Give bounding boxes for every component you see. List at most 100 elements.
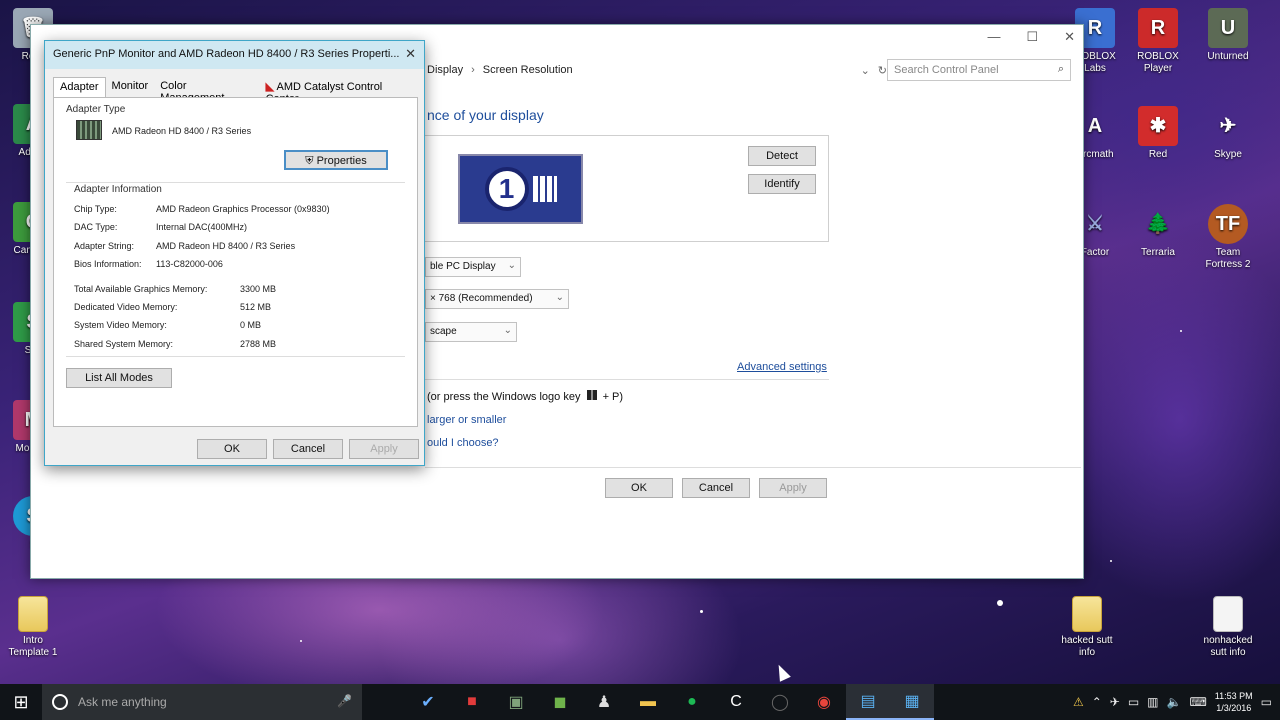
- taskbar-app-edge[interactable]: ✔: [406, 684, 450, 720]
- notification-warning-icon[interactable]: ⚠: [1073, 695, 1084, 709]
- action-center-icon[interactable]: ▭: [1261, 695, 1272, 709]
- info-label: Adapter String:: [74, 241, 135, 251]
- cancel-button[interactable]: Cancel: [682, 478, 750, 498]
- bluetooth-icon[interactable]: ✈: [1110, 695, 1120, 709]
- resolution-select-value: × 768 (Recommended): [430, 293, 533, 304]
- taskbar-app-spotify[interactable]: ●: [670, 684, 714, 720]
- desktop-icon-unturned[interactable]: U Unturned: [1195, 8, 1261, 63]
- search-input[interactable]: Search Control Panel ⌕: [887, 59, 1071, 81]
- desktop-icon-intro-template[interactable]: Intro Template 1: [0, 596, 66, 659]
- resolution-select[interactable]: × 768 (Recommended) ⌄: [425, 289, 569, 309]
- desktop-icon-label: Factor: [1080, 247, 1110, 258]
- list-all-modes-button[interactable]: List All Modes: [66, 368, 172, 388]
- info-label: Bios Information:: [74, 259, 142, 269]
- choose-settings-link[interactable]: ould I choose?: [427, 437, 499, 449]
- memory-label: Total Available Graphics Memory:: [74, 284, 208, 294]
- divider: [66, 182, 405, 183]
- detect-button[interactable]: Detect: [748, 146, 816, 166]
- taskbar-app-chrome[interactable]: ◉: [802, 684, 846, 720]
- windows-logo-icon: [586, 390, 597, 400]
- adapter-type-heading: Adapter Type: [66, 104, 126, 115]
- memory-value: 2788 MB: [240, 339, 277, 349]
- adapter-properties-dialog: Generic PnP Monitor and AMD Radeon HD 84…: [44, 40, 425, 466]
- divider: [66, 356, 405, 357]
- desktop-icon-label: Unturned: [1207, 51, 1249, 62]
- chevron-down-icon[interactable]: ⌄: [861, 64, 870, 77]
- close-icon[interactable]: ✕: [405, 46, 416, 62]
- keyboard-icon[interactable]: ⌨: [1189, 695, 1206, 709]
- system-tray: ⚠ ⌃ ✈ ▭ ▥ 🔈 ⌨ 11:53 PM 1/3/2016 ▭: [1073, 684, 1280, 720]
- dialog-title-bar[interactable]: Generic PnP Monitor and AMD Radeon HD 84…: [45, 41, 424, 69]
- battery-icon[interactable]: ▭: [1128, 695, 1139, 709]
- taskbar-app-file-explorer[interactable]: ▬: [626, 684, 670, 720]
- close-icon[interactable]: ✕: [1064, 29, 1075, 45]
- info-value: 113-C82000-006: [156, 259, 223, 269]
- desktop-icon-nonhacked-sutt-info[interactable]: nonhacked sutt info: [1195, 596, 1261, 659]
- identify-button[interactable]: Identify: [748, 174, 816, 194]
- desktop-icon-label: nonhacked sutt info: [1203, 635, 1253, 658]
- cortana-search-box[interactable]: Ask me anything 🎤: [42, 684, 362, 720]
- advanced-settings-link[interactable]: Advanced settings: [737, 361, 827, 373]
- amd-icon: ◣: [265, 81, 275, 93]
- apply-button[interactable]: Apply: [759, 478, 827, 498]
- memory-value: 3300 MB: [240, 284, 277, 294]
- breadcrumb-item-display[interactable]: Display: [427, 64, 463, 76]
- memory-label: Shared System Memory:: [74, 339, 174, 349]
- folder-icon: [1072, 596, 1102, 632]
- star: [997, 600, 1003, 606]
- taskbar-app-control-panel[interactable]: ▤: [846, 684, 890, 720]
- roblox-player-icon: R: [1138, 8, 1178, 48]
- taskbar-app-display-properties[interactable]: ▦: [890, 684, 934, 720]
- taskbar-app-red[interactable]: ■: [450, 684, 494, 720]
- display-preview-panel: 1 Detect Identify: [423, 135, 829, 242]
- info-value: Internal DAC(400MHz): [156, 222, 248, 232]
- desktop-icon-label: Intro Template 1: [8, 635, 58, 658]
- maximize-icon[interactable]: ☐: [1026, 29, 1038, 45]
- ok-button[interactable]: OK: [605, 478, 673, 498]
- display-select-value: ble PC Display: [430, 261, 496, 272]
- dialog-apply-button[interactable]: Apply: [349, 439, 419, 459]
- info-value: AMD Radeon HD 8400 / R3 Series: [156, 241, 296, 251]
- desktop-icon-red[interactable]: ✱ Red: [1125, 106, 1191, 161]
- desktop-icon-hacked-sutt-info[interactable]: hacked sutt info: [1054, 596, 1120, 659]
- clock-time: 11:53 PM: [1214, 691, 1253, 701]
- desktop-icon-label: Team Fortress 2: [1205, 247, 1251, 270]
- desktop-icon-skype[interactable]: ✈ Skype: [1195, 106, 1261, 161]
- volume-icon[interactable]: 🔈: [1167, 695, 1182, 709]
- taskbar-app-game[interactable]: ▣: [494, 684, 538, 720]
- orientation-select[interactable]: scape ⌄: [425, 322, 517, 342]
- chevron-down-icon: ⌄: [507, 260, 516, 271]
- properties-button[interactable]: ⛨ Properties: [284, 150, 388, 170]
- dialog-ok-button[interactable]: OK: [197, 439, 267, 459]
- taskbar-app-camtasia[interactable]: C: [714, 684, 758, 720]
- clock[interactable]: 11:53 PM 1/3/2016: [1215, 690, 1253, 714]
- monitor-1-tile[interactable]: 1: [458, 154, 583, 224]
- adapter-tab-panel: Adapter Type AMD Radeon HD 8400 / R3 Ser…: [53, 97, 418, 427]
- window-controls: — ☐ ✕: [987, 29, 1075, 45]
- refresh-icon[interactable]: ↻: [878, 64, 887, 77]
- network-icon[interactable]: ▥: [1147, 695, 1158, 709]
- text-size-link[interactable]: larger or smaller: [427, 414, 506, 426]
- memory-value: 0 MB: [240, 320, 262, 330]
- desktop-icon-label: Terraria: [1141, 247, 1175, 258]
- search-placeholder: Search Control Panel: [894, 64, 999, 76]
- dialog-title: Generic PnP Monitor and AMD Radeon HD 84…: [53, 48, 400, 60]
- project-hint-suffix: + P): [602, 391, 624, 403]
- taskbar-app-steam[interactable]: ♟: [582, 684, 626, 720]
- breadcrumb-item-screen-resolution[interactable]: Screen Resolution: [483, 64, 573, 76]
- display-select[interactable]: ble PC Display ⌄: [425, 257, 521, 277]
- minimize-icon[interactable]: —: [987, 29, 1000, 45]
- taskbar-app-minecraft[interactable]: ◼: [538, 684, 582, 720]
- start-button[interactable]: ⊞: [0, 684, 42, 720]
- properties-button-label: Properties: [316, 155, 367, 167]
- chevron-down-icon: ⌄: [555, 292, 564, 303]
- microphone-icon: 🎤: [337, 694, 352, 708]
- chevron-up-icon[interactable]: ⌃: [1092, 695, 1102, 709]
- desktop-icon-label: ROBLOX Player: [1137, 51, 1179, 74]
- cortana-icon: [52, 694, 68, 710]
- taskbar-app-unknown[interactable]: ◯: [758, 684, 802, 720]
- desktop-icon-tf2[interactable]: TF Team Fortress 2: [1195, 204, 1261, 271]
- desktop-icon-terraria[interactable]: 🌲 Terraria: [1125, 204, 1191, 259]
- desktop-icon-roblox-player[interactable]: R ROBLOX Player: [1125, 8, 1191, 75]
- dialog-cancel-button[interactable]: Cancel: [273, 439, 343, 459]
